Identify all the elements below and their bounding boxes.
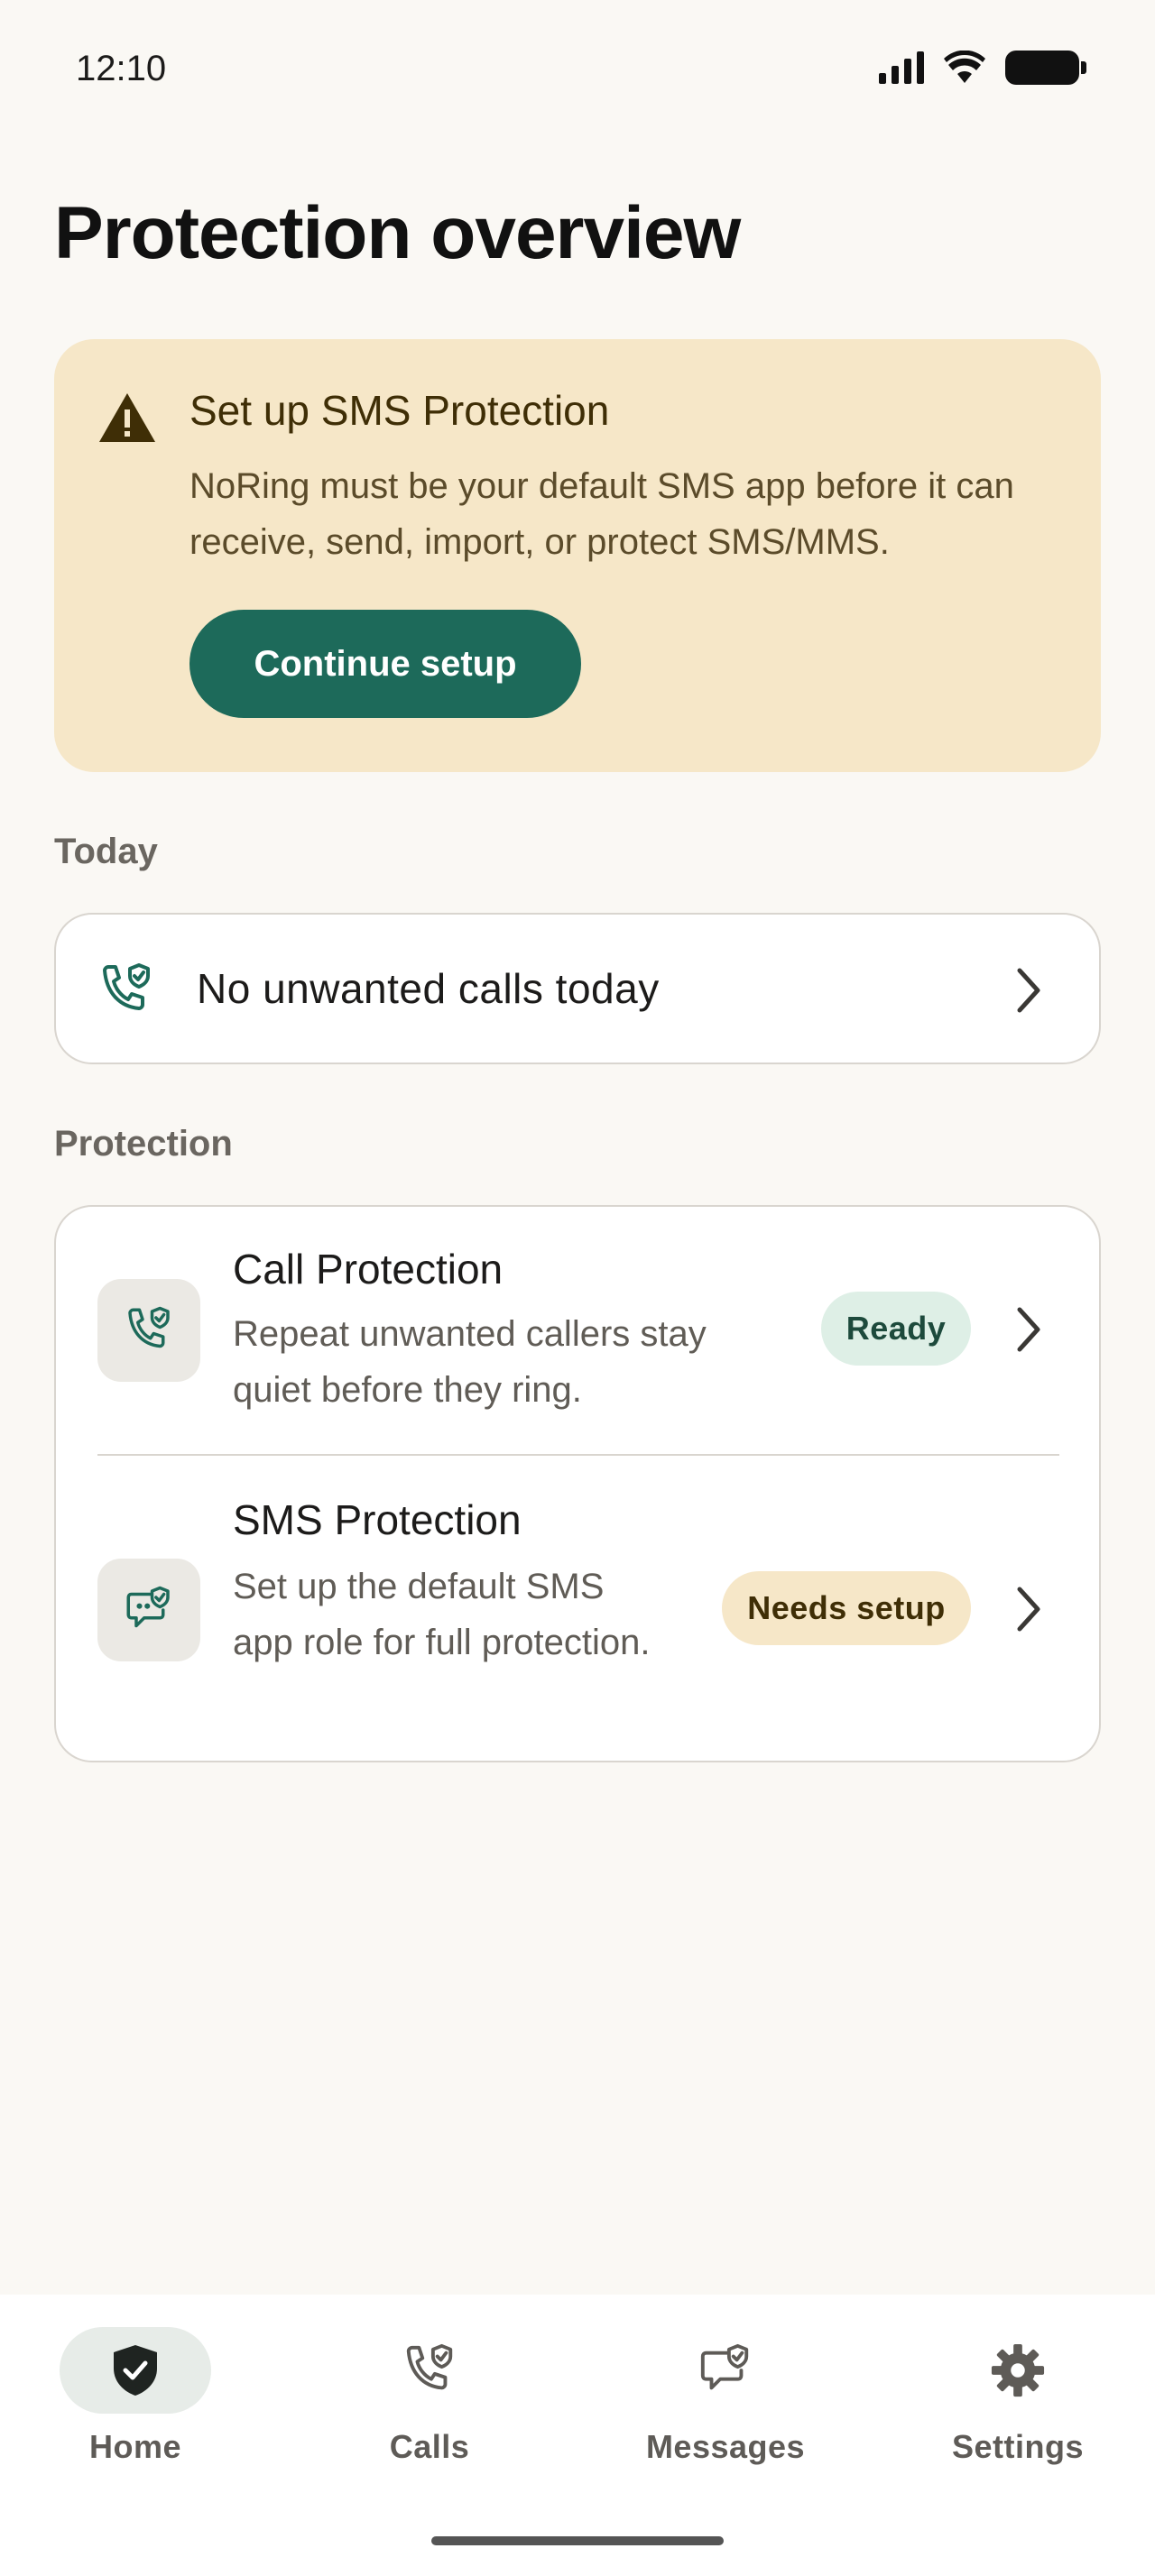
phone-shield-icon [128,1306,170,1348]
message-shield-icon [700,2343,749,2390]
chevron-right-icon [1017,968,1040,1013]
sms-protection-description: Set up the default SMS app role for full… [233,1567,651,1662]
continue-setup-button[interactable]: Continue setup [189,610,581,718]
today-section-label: Today [54,832,158,871]
status-bar: 12:10 [0,0,1155,135]
nav-pill-home [60,2327,211,2414]
phone-shield-icon [103,963,150,1010]
battery-icon [1005,51,1086,85]
sms-protection-title: SMS Protection [233,1496,522,1543]
nav-pill-calls [354,2327,505,2414]
banner-body: NoRing must be your default SMS app befo… [189,466,1014,562]
shield-check-icon [114,2345,157,2396]
chevron-right-icon [1017,1587,1040,1632]
nav-label-calls: Calls [389,2428,470,2465]
nav-pill-settings [942,2327,1094,2414]
banner-title: Set up SMS Protection [189,387,610,434]
status-icons [879,51,1086,85]
chevron-right-icon [1017,1307,1040,1352]
gear-icon [991,2343,1045,2397]
message-shield-icon [126,1586,170,1628]
bottom-navigation: Home Calls Messages Settings [0,2295,1155,2576]
nav-label-settings: Settings [951,2428,1084,2465]
warning-icon [99,393,155,442]
today-summary-text: No unwanted calls today [197,965,660,1012]
page-title: Protection overview [54,192,741,274]
home-indicator[interactable] [431,2536,724,2545]
protection-section-label: Protection [54,1124,233,1164]
nav-item-home[interactable]: Home [27,2327,244,2466]
row-divider [97,1454,1059,1456]
call-protection-title: Call Protection [233,1246,504,1293]
nav-item-calls[interactable]: Calls [321,2327,538,2466]
today-summary-card[interactable]: No unwanted calls today [54,913,1101,1064]
nav-label-home: Home [88,2428,182,2465]
signal-icon [879,51,924,84]
nav-item-messages[interactable]: Messages [617,2327,834,2466]
nav-pill-messages [650,2327,801,2414]
nav-label-messages: Messages [645,2428,806,2465]
call-protection-icon-box [97,1279,200,1382]
nav-item-settings[interactable]: Settings [910,2327,1126,2466]
sms-setup-banner: Set up SMS Protection NoRing must be you… [54,339,1101,772]
needs-setup-status-badge: Needs setup [722,1571,971,1645]
wifi-icon [944,51,985,83]
phone-shield-icon [406,2343,453,2390]
protection-card: Call Protection Repeat unwanted callers … [54,1205,1101,1762]
call-protection-description: Repeat unwanted callers stay quiet befor… [233,1314,707,1410]
status-time: 12:10 [76,49,167,88]
ready-status-badge: Ready [821,1292,971,1366]
sms-protection-icon-box [97,1559,200,1661]
